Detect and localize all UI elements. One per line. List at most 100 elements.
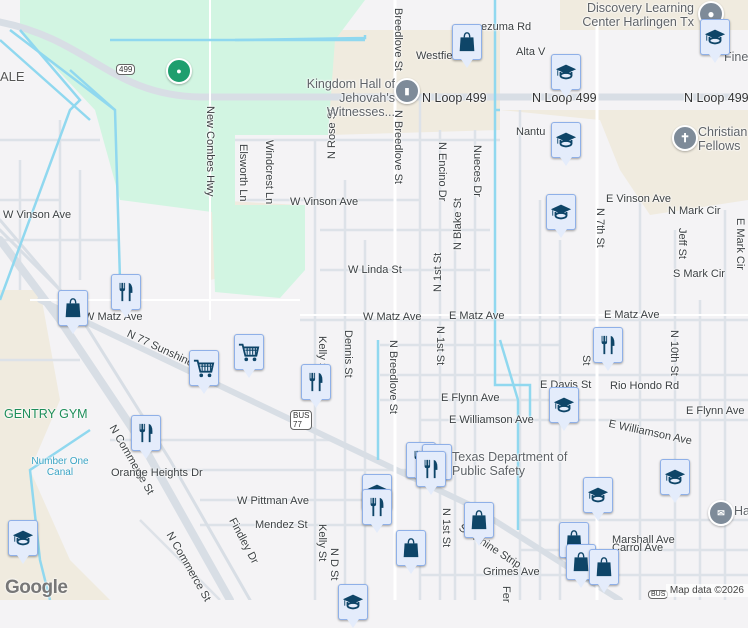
school-marker[interactable] xyxy=(546,194,576,238)
park-pin-icon[interactable]: ● xyxy=(166,58,192,84)
road-label: E Matz Ave xyxy=(449,310,505,322)
school-marker[interactable] xyxy=(338,584,368,628)
google-logo: Google xyxy=(5,577,68,598)
road-label: E Williamson Ave xyxy=(449,414,534,426)
restaurant-marker[interactable] xyxy=(301,364,331,408)
map-attribution[interactable]: Map data ©2026 xyxy=(665,584,748,597)
road-label: Grimes Ave xyxy=(483,566,540,578)
shopping-marker[interactable] xyxy=(58,290,88,334)
road-label: W Vinson Ave xyxy=(290,196,359,208)
road-label: E Matz Ave xyxy=(604,309,660,321)
shopping-icon xyxy=(471,510,487,530)
road-label: Nueces Dr xyxy=(471,145,483,197)
restaurant-marker[interactable] xyxy=(111,274,141,318)
road-label: N Blake St xyxy=(452,198,464,250)
road-label: E Mark Cir xyxy=(734,218,746,270)
school-marker[interactable] xyxy=(8,520,38,564)
shopping-icon xyxy=(459,32,475,52)
restaurant-icon xyxy=(601,335,615,355)
road-label: N Loop 499 xyxy=(422,91,487,105)
road-label: N 1st St xyxy=(434,326,446,366)
road-label: St xyxy=(580,355,592,366)
road-label: Elsworth Ln xyxy=(237,144,249,202)
road-label: Orange Heights Dr xyxy=(111,467,203,479)
poi-christian-label[interactable]: Christian Fellows xyxy=(698,125,748,153)
road-label: Jeff St xyxy=(676,228,688,259)
restaurant-marker[interactable] xyxy=(362,489,392,533)
poi-kingdom-hall-label[interactable]: Kingdom Hall of Jehovah's Witnesses... xyxy=(280,77,395,119)
road-label: W Matz Ave xyxy=(363,311,422,323)
restaurant-icon xyxy=(139,423,153,443)
road-label: W Linda St xyxy=(348,264,402,276)
bus-77-shield: BUS 77 xyxy=(290,410,313,430)
school-icon xyxy=(12,530,34,546)
restaurant-icon xyxy=(424,459,438,479)
school-marker[interactable] xyxy=(700,19,730,63)
school-marker[interactable] xyxy=(583,477,613,521)
road-label: Mendez St xyxy=(255,519,308,531)
road-label: N 10th St xyxy=(668,330,680,376)
road-label: N Breedlove St xyxy=(392,110,404,184)
road-label: S Mark Cir xyxy=(673,268,725,280)
school-marker[interactable] xyxy=(660,459,690,503)
road-label: W Vinson Ave xyxy=(3,209,72,221)
road-label: W Pittman Ave xyxy=(237,495,309,507)
road-label: Breedlove St xyxy=(392,8,404,71)
road-label: N Encino Dr xyxy=(436,142,448,202)
road-label: N Breedlove St xyxy=(387,340,399,414)
grocery-marker[interactable] xyxy=(189,350,219,394)
road-label: Westfie xyxy=(416,50,453,62)
school-icon xyxy=(704,29,726,45)
shopping-marker[interactable] xyxy=(464,502,494,546)
school-icon xyxy=(553,397,575,413)
road-label: Dennis St xyxy=(342,330,354,378)
road-label: N D St xyxy=(328,548,340,581)
road-label: Windcrest Ln xyxy=(263,140,275,205)
school-marker[interactable] xyxy=(551,54,581,98)
school-pin-icon[interactable]: ✉ xyxy=(708,500,734,526)
school-icon xyxy=(664,469,686,485)
place-of-worship-icon[interactable]: ▮ xyxy=(394,78,420,104)
road-label: E Flynn Ave xyxy=(686,405,745,417)
school-icon xyxy=(587,487,609,503)
grocery-marker[interactable] xyxy=(234,334,264,378)
shield-text: BUS xyxy=(293,411,310,420)
shopping-marker[interactable] xyxy=(452,24,482,68)
shopping-icon xyxy=(596,557,612,577)
shopping-marker[interactable] xyxy=(589,549,619,593)
school-icon xyxy=(550,204,572,220)
shopping-icon xyxy=(403,538,419,558)
road-label: Rio Hondo Rd xyxy=(610,380,680,392)
poi-gentry-gym-label[interactable]: GENTRY GYM xyxy=(4,407,88,421)
poi-dps-label[interactable]: Texas Department of Public Safety xyxy=(452,450,572,478)
road-label: Nantu xyxy=(516,126,546,138)
road-label: W Matz Ave xyxy=(84,311,143,323)
area-label: ALE xyxy=(0,69,25,84)
restaurant-marker[interactable] xyxy=(416,451,446,495)
restaurant-icon xyxy=(370,497,384,517)
shield-number: 77 xyxy=(293,420,302,429)
school-icon xyxy=(555,64,577,80)
poi-discovery-label[interactable]: Discovery Learning Center Harlingen Tx xyxy=(572,1,694,29)
road-label: New Combes Hwy xyxy=(204,106,216,197)
grocery-icon xyxy=(238,343,260,362)
road-label: N 1st St xyxy=(432,252,444,292)
shopping-marker[interactable] xyxy=(396,530,426,574)
school-marker[interactable] xyxy=(551,122,581,166)
restaurant-icon xyxy=(119,282,133,302)
school-icon xyxy=(342,594,364,610)
road-label: Kelly St xyxy=(316,524,328,562)
road-label: E Flynn Ave xyxy=(441,392,500,404)
school-marker[interactable] xyxy=(549,387,579,431)
restaurant-marker[interactable] xyxy=(131,415,161,459)
grocery-icon xyxy=(193,359,215,378)
shopping-icon xyxy=(65,298,81,318)
church-cross-icon[interactable]: ✝ xyxy=(672,125,698,151)
road-label: N Mark Cir xyxy=(668,205,721,217)
road-label: Fer xyxy=(500,586,512,603)
restaurant-marker[interactable] xyxy=(593,327,623,371)
route-499-shield: 499 xyxy=(116,64,136,75)
road-label: E Vinson Ave xyxy=(606,193,672,205)
road-label: N 7th St xyxy=(594,208,606,248)
water-label: Number One Canal xyxy=(31,456,89,478)
